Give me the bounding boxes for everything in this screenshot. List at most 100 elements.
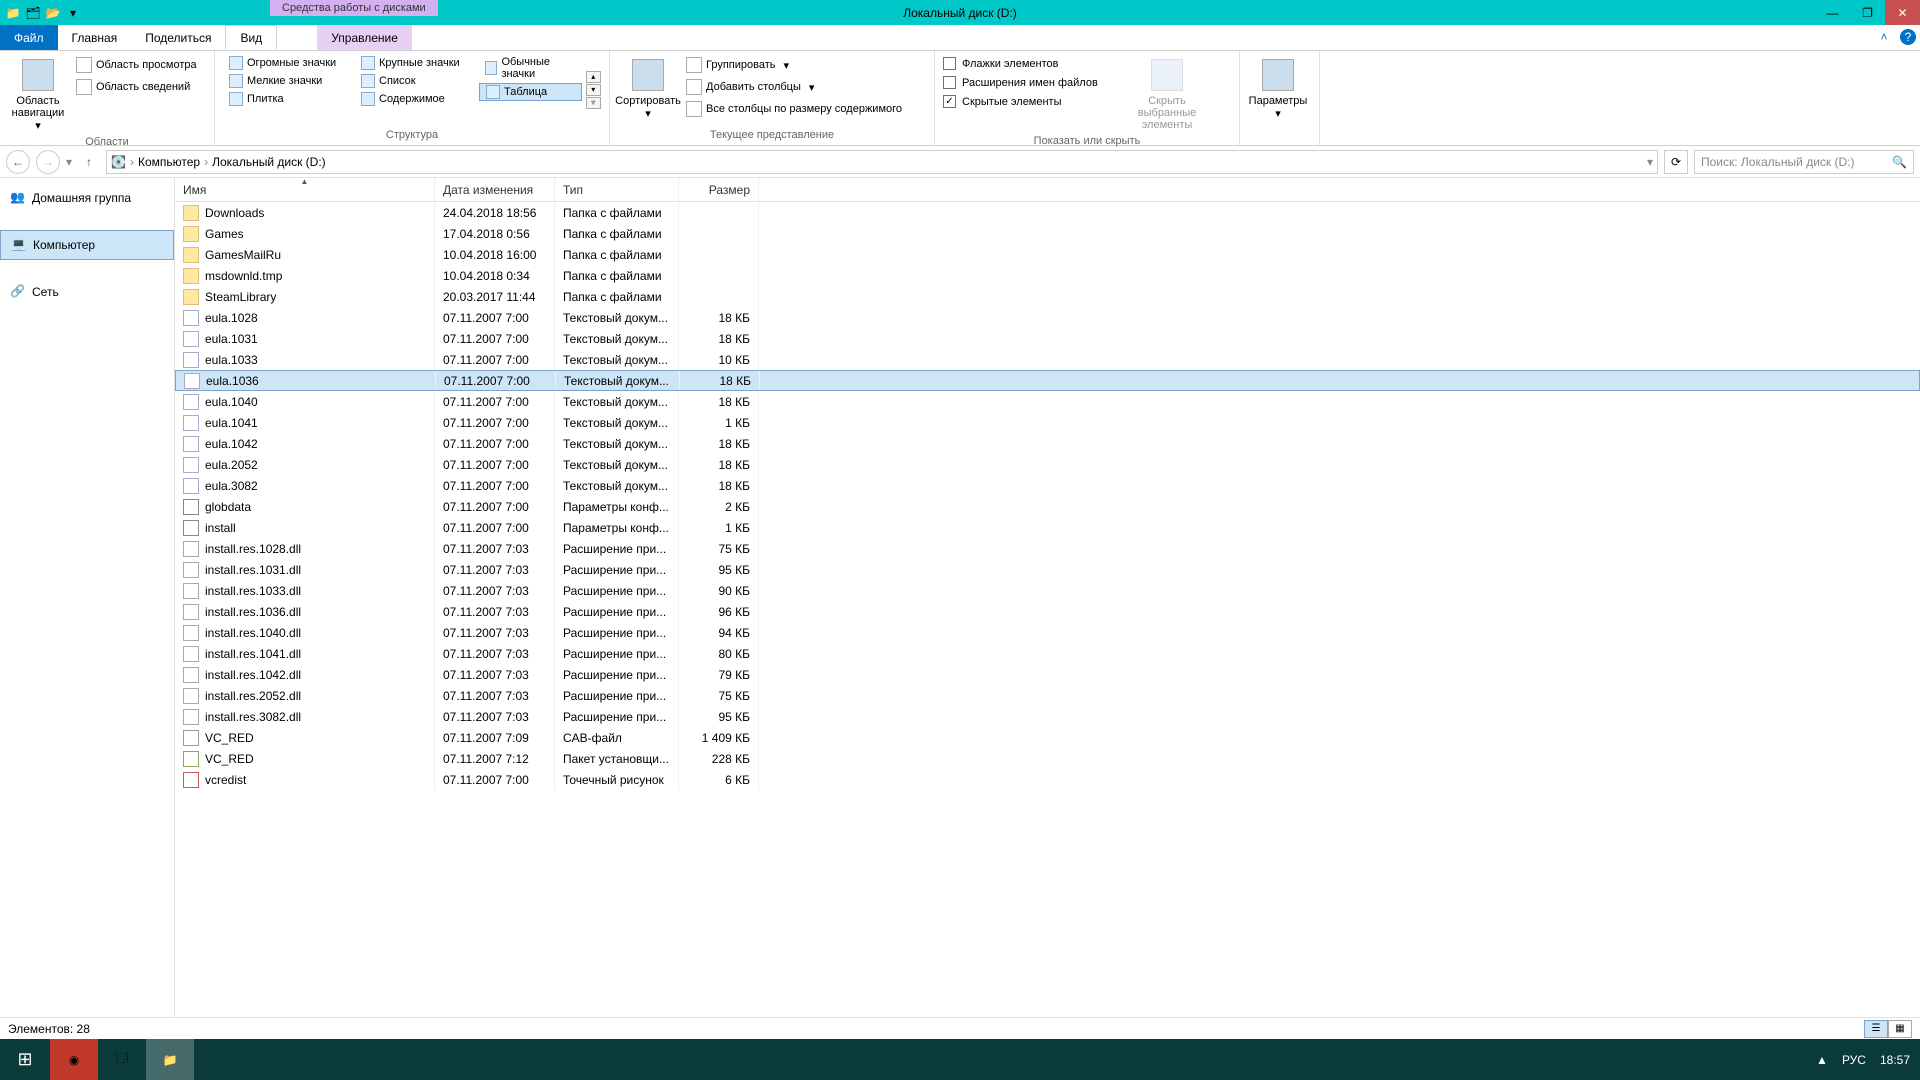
size-columns-button[interactable]: Все столбцы по размеру содержимого	[682, 99, 922, 119]
layout-list[interactable]: Список	[355, 73, 475, 89]
tab-home[interactable]: Главная	[58, 25, 132, 50]
file-row[interactable]: install.res.1040.dll07.11.2007 7:03Расши…	[175, 622, 1920, 643]
file-date: 07.11.2007 7:00	[435, 433, 555, 454]
layout-scroll-down[interactable]: ▾	[586, 84, 601, 96]
app-icon[interactable]: 📁	[4, 4, 22, 22]
view-icons-button[interactable]: ▦	[1888, 1020, 1912, 1038]
refresh-button[interactable]: ⟳	[1664, 150, 1688, 174]
search-input[interactable]: Поиск: Локальный диск (D:) 🔍	[1694, 150, 1914, 174]
breadcrumb-drive-icon[interactable]: 💽	[111, 155, 126, 169]
nav-network[interactable]: 🔗Сеть	[0, 278, 174, 306]
tray-clock[interactable]: 18:57	[1880, 1053, 1910, 1067]
file-row[interactable]: globdata07.11.2007 7:00Параметры конф...…	[175, 496, 1920, 517]
tray-arrow-icon[interactable]: ▲	[1816, 1053, 1828, 1067]
file-row[interactable]: eula.103307.11.2007 7:00Текстовый докум.…	[175, 349, 1920, 370]
layout-medium[interactable]: Обычные значки	[479, 55, 582, 81]
breadcrumb[interactable]: 💽 › Компьютер › Локальный диск (D:) ▾	[106, 150, 1658, 174]
forward-button[interactable]: →	[36, 150, 60, 174]
column-size[interactable]: Размер	[679, 178, 759, 201]
layout-extra-large[interactable]: Огромные значки	[223, 55, 353, 71]
ribbon-collapse-icon[interactable]: ˄	[1876, 29, 1892, 45]
start-button[interactable]: ⊞	[0, 1039, 50, 1080]
tab-manage[interactable]: Управление	[317, 25, 412, 50]
layout-content[interactable]: Содержимое	[355, 91, 475, 107]
file-row[interactable]: eula.104107.11.2007 7:00Текстовый докум.…	[175, 412, 1920, 433]
file-row[interactable]: install.res.1033.dll07.11.2007 7:03Расши…	[175, 580, 1920, 601]
file-row[interactable]: install.res.1036.dll07.11.2007 7:03Расши…	[175, 601, 1920, 622]
layout-small[interactable]: Мелкие значки	[223, 73, 353, 89]
recent-locations-dropdown[interactable]: ▾	[66, 155, 72, 169]
file-row[interactable]: eula.102807.11.2007 7:00Текстовый докум.…	[175, 307, 1920, 328]
qat-dropdown-icon[interactable]: ▾	[64, 4, 82, 22]
file-row[interactable]: install.res.1042.dll07.11.2007 7:03Расши…	[175, 664, 1920, 685]
layout-tiles[interactable]: Плитка	[223, 91, 353, 107]
minimize-button[interactable]: —	[1815, 0, 1850, 25]
file-row[interactable]: eula.104007.11.2007 7:00Текстовый докум.…	[175, 391, 1920, 412]
navigation-pane-button[interactable]: Область навигации ▾	[8, 55, 68, 132]
file-row[interactable]: msdownld.tmp10.04.2018 0:34Папка с файла…	[175, 265, 1920, 286]
taskbar-explorer[interactable]: 📁	[146, 1039, 194, 1080]
back-button[interactable]: ←	[6, 150, 30, 174]
maximize-button[interactable]: ❐	[1850, 0, 1885, 25]
taskbar-app-1[interactable]: ◉	[50, 1039, 98, 1080]
file-row[interactable]: install.res.1041.dll07.11.2007 7:03Расши…	[175, 643, 1920, 664]
chevron-right-icon[interactable]: ›	[204, 155, 208, 169]
help-icon[interactable]: ?	[1900, 29, 1916, 45]
file-row[interactable]: install.res.3082.dll07.11.2007 7:03Расши…	[175, 706, 1920, 727]
file-row[interactable]: eula.205207.11.2007 7:00Текстовый докум.…	[175, 454, 1920, 475]
nav-homegroup[interactable]: 👥Домашняя группа	[0, 184, 174, 212]
tab-share[interactable]: Поделиться	[131, 25, 225, 50]
nav-computer[interactable]: 💻Компьютер	[0, 230, 174, 260]
breadcrumb-computer[interactable]: Компьютер	[138, 155, 200, 169]
column-name[interactable]: Имя▲	[175, 178, 435, 201]
file-row[interactable]: Downloads24.04.2018 18:56Папка с файлами	[175, 202, 1920, 223]
address-dropdown-icon[interactable]: ▾	[1647, 155, 1653, 169]
file-type: Папка с файлами	[555, 244, 679, 265]
cfg-icon	[183, 499, 199, 515]
qat-newfolder-icon[interactable]: 📂	[44, 4, 62, 22]
column-type[interactable]: Тип	[555, 178, 679, 201]
close-button[interactable]: ✕	[1885, 0, 1920, 25]
file-name: eula.1033	[205, 353, 258, 367]
tray-language[interactable]: РУС	[1842, 1053, 1866, 1067]
file-row[interactable]: vcredist07.11.2007 7:00Точечный рисунок6…	[175, 769, 1920, 790]
file-row[interactable]: eula.104207.11.2007 7:00Текстовый докум.…	[175, 433, 1920, 454]
file-row[interactable]: install.res.2052.dll07.11.2007 7:03Расши…	[175, 685, 1920, 706]
file-row[interactable]: install.res.1028.dll07.11.2007 7:03Расши…	[175, 538, 1920, 559]
sort-by-button[interactable]: Сортировать ▾	[618, 55, 678, 125]
file-row[interactable]: SteamLibrary20.03.2017 11:44Папка с файл…	[175, 286, 1920, 307]
file-row[interactable]: VC_RED07.11.2007 7:09CAB-файл1 409 КБ	[175, 727, 1920, 748]
details-pane-button[interactable]: Область сведений	[72, 77, 201, 97]
tab-file[interactable]: Файл	[0, 25, 58, 50]
hide-selected-button[interactable]: Скрыть выбранные элементы	[1127, 55, 1207, 131]
file-extensions-toggle[interactable]: Расширения имен файлов	[943, 74, 1123, 91]
tab-view[interactable]: Вид	[225, 25, 277, 50]
file-date: 10.04.2018 16:00	[435, 244, 555, 265]
file-row[interactable]: install07.11.2007 7:00Параметры конф...1…	[175, 517, 1920, 538]
file-row[interactable]: eula.103607.11.2007 7:00Текстовый докум.…	[175, 370, 1920, 391]
layout-details[interactable]: Таблица	[479, 83, 582, 101]
file-row[interactable]: GamesMailRu10.04.2018 16:00Папка с файла…	[175, 244, 1920, 265]
file-row[interactable]: VC_RED07.11.2007 7:12Пакет установщи...2…	[175, 748, 1920, 769]
breadcrumb-drive[interactable]: Локальный диск (D:)	[212, 155, 326, 169]
up-button[interactable]: ↑	[78, 151, 100, 173]
column-date[interactable]: Дата изменения	[435, 178, 555, 201]
add-columns-button[interactable]: Добавить столбцы▾	[682, 77, 922, 97]
hidden-items-toggle[interactable]: ✓Скрытые элементы	[943, 93, 1123, 110]
layout-expand[interactable]: ▿	[586, 97, 601, 109]
file-row[interactable]: eula.103107.11.2007 7:00Текстовый докум.…	[175, 328, 1920, 349]
file-row[interactable]: eula.308207.11.2007 7:00Текстовый докум.…	[175, 475, 1920, 496]
item-checkboxes-toggle[interactable]: Флажки элементов	[943, 55, 1123, 72]
preview-pane-button[interactable]: Область просмотра	[72, 55, 201, 75]
view-details-button[interactable]: ☰	[1864, 1020, 1888, 1038]
file-row[interactable]: install.res.1031.dll07.11.2007 7:03Расши…	[175, 559, 1920, 580]
chevron-right-icon[interactable]: ›	[130, 155, 134, 169]
chevron-down-icon: ▾	[1275, 107, 1281, 120]
qat-properties-icon[interactable]: 🗂	[24, 4, 42, 22]
taskbar-app-2[interactable]: 🗔	[98, 1039, 146, 1080]
group-by-button[interactable]: Группировать▾	[682, 55, 922, 75]
layout-large[interactable]: Крупные значки	[355, 55, 475, 71]
layout-scroll-up[interactable]: ▴	[586, 71, 601, 83]
file-row[interactable]: Games17.04.2018 0:56Папка с файлами	[175, 223, 1920, 244]
options-button[interactable]: Параметры ▾	[1248, 55, 1308, 125]
